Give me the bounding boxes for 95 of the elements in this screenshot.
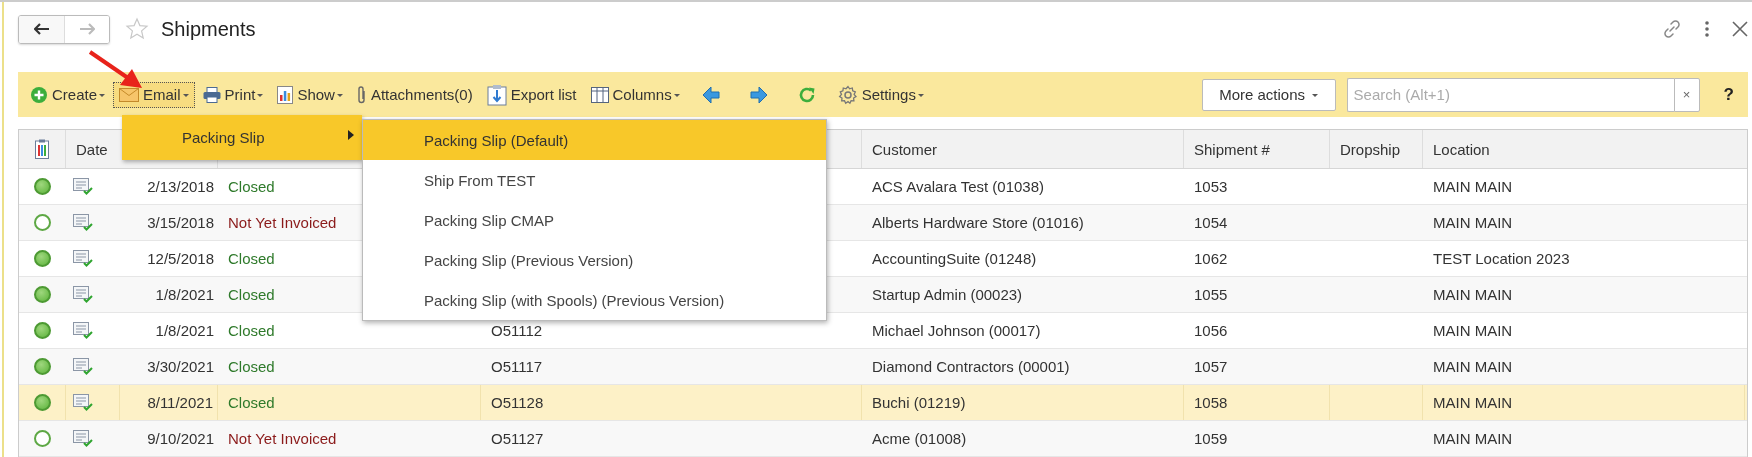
- column-header[interactable]: Dropship: [1330, 130, 1423, 168]
- settings-icon: [837, 84, 858, 105]
- more-actions-button[interactable]: More actions: [1201, 78, 1336, 111]
- column-header[interactable]: Customer: [862, 130, 1184, 168]
- help-button[interactable]: ?: [1717, 83, 1740, 106]
- table-cell: O51127: [491, 430, 544, 447]
- right-arrow-icon: [749, 85, 768, 104]
- table-cell: 1054: [1194, 214, 1228, 231]
- toolbar-button[interactable]: Settings: [831, 81, 930, 108]
- table-cell: O51128: [491, 394, 544, 411]
- table-cell: Startup Admin (00023): [872, 286, 1023, 303]
- table-cell: 9/10/2021: [147, 430, 214, 447]
- table-cell: MAIN MAIN: [1433, 358, 1513, 375]
- clear-button[interactable]: ×: [1673, 77, 1700, 112]
- table-row[interactable]: 8/11/2021 Closed O51128 Buchi (01219) 1058 MAIN MAIN: [19, 385, 1747, 421]
- table-cell: AccountingSuite (01248): [872, 250, 1037, 267]
- left-arrow-icon: [701, 85, 720, 104]
- table-cell: MAIN MAIN: [1433, 322, 1513, 339]
- table-cell: MAIN MAIN: [1433, 286, 1513, 303]
- table-cell: Not Yet Invoiced: [228, 214, 337, 231]
- right-arrow-icon: [79, 23, 95, 35]
- document-check-icon: [73, 249, 93, 268]
- table-cell: Closed: [228, 286, 275, 303]
- toolbar-button[interactable]: Export list: [480, 81, 583, 108]
- chart-icon: [277, 85, 294, 104]
- toolbar-button[interactable]: Show: [271, 81, 349, 108]
- table-row[interactable]: 3/30/2021 Closed O51117 Diamond Contractors (00001) 1057 MAIN MAIN: [19, 349, 1747, 385]
- table-cell: 1/8/2021: [155, 286, 214, 303]
- table-cell: Michael Johnson (00017): [872, 322, 1041, 339]
- document-check-icon: [73, 429, 93, 448]
- left-arrow-icon: [33, 23, 50, 35]
- menu-item[interactable]: Packing Slip: [122, 115, 362, 160]
- list-icon: [35, 139, 49, 159]
- table-cell: 3/30/2021: [147, 358, 214, 375]
- table-cell: MAIN MAIN: [1433, 430, 1513, 447]
- toolbar-button[interactable]: Columns: [584, 81, 686, 108]
- link-icon: [1662, 19, 1682, 39]
- refresh-icon: [797, 85, 816, 104]
- table-cell: Not Yet Invoiced: [228, 430, 337, 447]
- menu-item[interactable]: Packing Slip (Previous Version): [363, 240, 826, 280]
- column-header[interactable]: Shipment #: [1184, 130, 1330, 168]
- table-cell: Diamond Contractors (00001): [872, 358, 1070, 375]
- document-check-icon: [73, 357, 93, 376]
- table-cell: 8/11/2021: [147, 394, 213, 411]
- table-cell: 1/8/2021: [155, 322, 214, 339]
- toolbar-button[interactable]: Print: [196, 81, 270, 108]
- table-cell: O51117: [491, 358, 543, 375]
- table-cell: Closed: [228, 178, 275, 195]
- menu-item[interactable]: Packing Slip (Default): [363, 120, 826, 160]
- table-cell: 2/13/2018: [147, 178, 214, 195]
- column-header[interactable]: Location: [1423, 130, 1745, 168]
- table-cell: 3/15/2018: [147, 214, 214, 231]
- table-cell: 1058: [1194, 394, 1228, 411]
- document-check-icon: [73, 177, 93, 196]
- printer-icon: [202, 86, 221, 103]
- table-cell: ACS Avalara Test (01038): [872, 178, 1045, 195]
- table-cell: 1055: [1194, 286, 1228, 303]
- toolbar-button[interactable]: Email: [113, 81, 195, 108]
- table-cell: MAIN MAIN: [1433, 178, 1513, 195]
- table-cell: MAIN MAIN: [1433, 214, 1513, 231]
- back-button[interactable]: [19, 15, 64, 43]
- star-icon[interactable]: [125, 17, 149, 41]
- table-cell: 12/5/2018: [147, 250, 214, 267]
- table-row[interactable]: 9/10/2021 Not Yet Invoiced O51127 Acme (01008) 1059 MAIN MAIN: [19, 421, 1747, 457]
- table-cell: 1059: [1194, 430, 1228, 447]
- more-icon: [1704, 20, 1710, 38]
- document-check-icon: [73, 285, 93, 304]
- paperclip-icon: [356, 84, 367, 105]
- table-cell: 1056: [1194, 322, 1228, 339]
- table-cell: Alberts Hardware Store (01016): [872, 214, 1084, 231]
- table-cell: 1053: [1194, 178, 1228, 195]
- table-cell: Closed: [228, 322, 275, 339]
- grid-icon: [590, 86, 609, 103]
- document-check-icon: [73, 213, 93, 232]
- toolbar-button[interactable]: Create: [24, 81, 112, 108]
- search-field[interactable]: Search (Alt+1): [1346, 77, 1674, 112]
- plus-icon: [30, 85, 48, 104]
- table-cell: MAIN MAIN: [1433, 394, 1513, 411]
- envelope-icon: [119, 87, 140, 102]
- table-cell: O51112: [491, 322, 543, 339]
- close-icon: [1732, 21, 1748, 37]
- table-cell: Closed: [228, 358, 275, 375]
- table-cell: Acme (01008): [872, 430, 967, 447]
- table-cell: Closed: [228, 394, 275, 411]
- table-cell: Closed: [228, 250, 275, 267]
- caret-icon: [1312, 94, 1319, 97]
- clipboard-icon: [486, 83, 507, 106]
- document-check-icon: [73, 393, 93, 412]
- window-title: Shipments: [161, 17, 256, 41]
- table-cell: Buchi (01219): [872, 394, 966, 411]
- table-cell: 1062: [1194, 250, 1228, 267]
- table-cell: 1057: [1194, 358, 1228, 375]
- document-check-icon: [73, 321, 93, 340]
- toolbar-button[interactable]: Attachments(0): [350, 81, 479, 108]
- table-cell: TEST Location 2023: [1433, 250, 1570, 267]
